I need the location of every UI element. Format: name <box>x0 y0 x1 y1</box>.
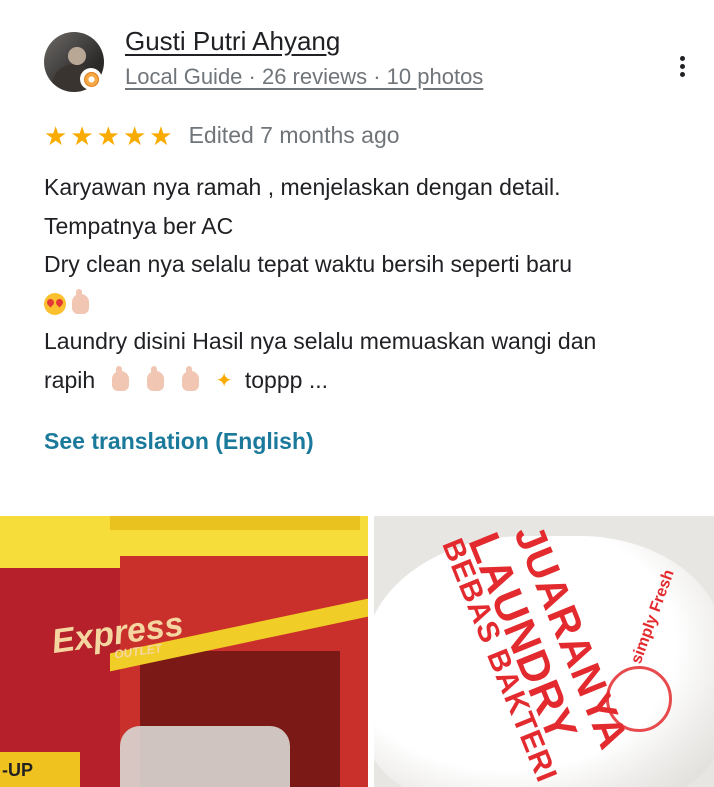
more-vert-icon <box>679 55 685 61</box>
review-line: Dry clean nya selalu tepat waktu bersih … <box>44 251 573 277</box>
star-icon: ★ <box>70 120 94 151</box>
local-guide-badge-icon <box>80 68 102 90</box>
review-photo-2[interactable]: JUARANYA LAUNDRY BEBAS BAKTERI simply Fr… <box>374 516 714 787</box>
review-line: Karyawan nya ramah , menjelaskan dengan … <box>44 174 561 200</box>
review-text: Karyawan nya ramah , menjelaskan dengan … <box>44 168 694 399</box>
sparkles-emoji-icon: ✦ <box>215 370 233 393</box>
more-options-button[interactable] <box>666 50 698 82</box>
star-icon: ★ <box>96 120 120 151</box>
reviewer-meta-link[interactable]: Local Guide · 26 reviews · 10 photos <box>125 64 483 90</box>
thumbs-up-emoji-icon <box>146 366 164 392</box>
heart-eyes-emoji-icon <box>44 293 66 316</box>
thumbs-up-emoji-icon <box>111 366 129 392</box>
review-line-text: toppp ... <box>244 366 328 393</box>
star-icon: ★ <box>122 120 147 151</box>
review-line-last: rapih ✦ toppp ... <box>44 361 694 400</box>
star-rating: ★ ★ ★ ★ ★ <box>44 123 173 149</box>
star-icon: ★ <box>44 120 68 151</box>
review-line: Tempatnya ber AC <box>44 212 234 239</box>
reviewer-name-link[interactable]: Gusti Putri Ahyang <box>125 26 340 57</box>
review-photo-1[interactable]: Express OUTLET -UP <box>0 516 368 787</box>
edited-timestamp: Edited 7 months ago <box>188 122 400 148</box>
review-line-emoji <box>44 284 694 323</box>
thumbs-up-emoji-icon <box>182 366 200 392</box>
see-translation-button[interactable]: See translation (English) <box>44 428 314 455</box>
review-line: Laundry disini Hasil nya selalu memuaska… <box>44 328 597 354</box>
thumbs-up-emoji-icon <box>72 289 89 315</box>
review-line-text: rapih <box>44 366 96 393</box>
sign-fragment: -UP <box>0 752 80 787</box>
bag-badge <box>606 666 672 732</box>
star-icon: ★ <box>149 120 173 151</box>
rating-row: ★ ★ ★ ★ ★ Edited 7 months ago <box>44 122 400 149</box>
